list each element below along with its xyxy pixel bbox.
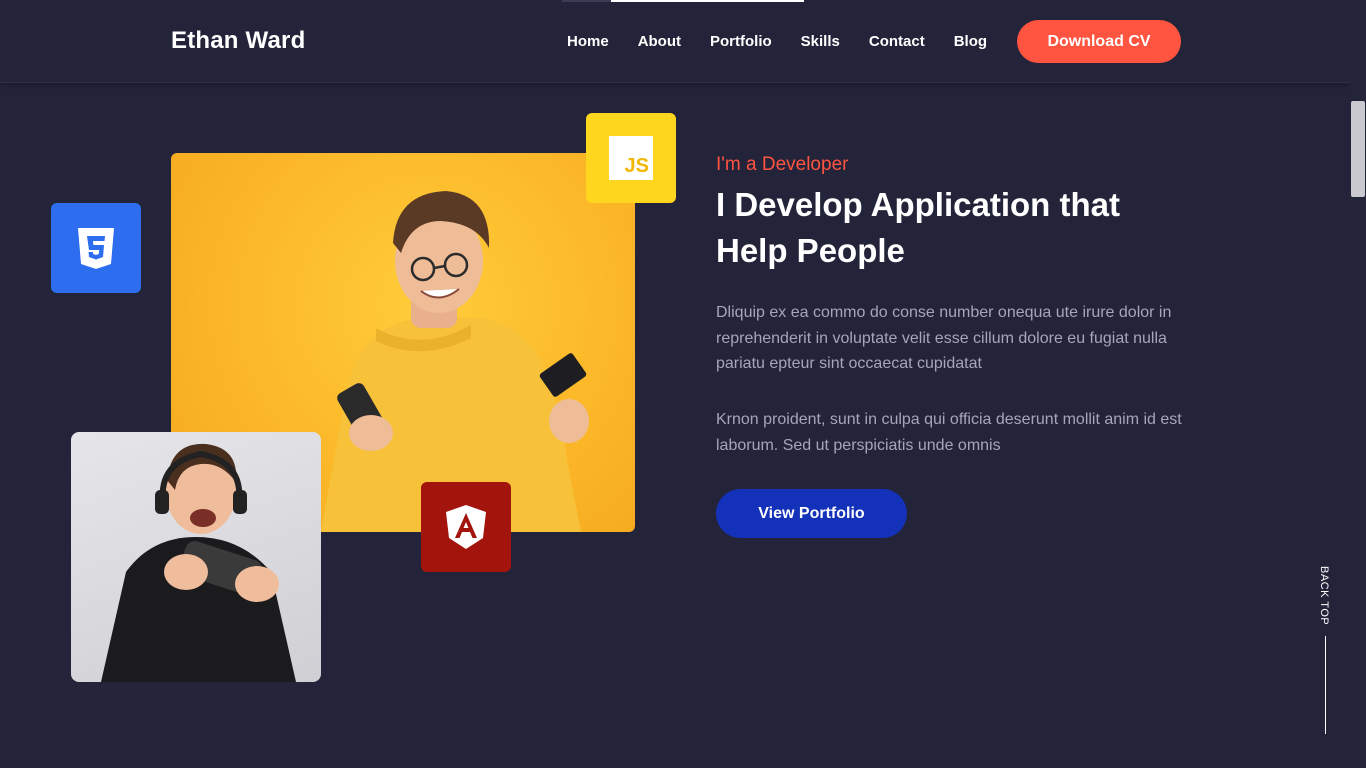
scrollbar[interactable]	[1350, 0, 1366, 768]
css3-icon	[78, 228, 114, 269]
site-header: Ethan Ward Home About Portfolio Skills C…	[0, 0, 1350, 83]
hero-headline: I Develop Application that Help People	[716, 186, 1120, 269]
javascript-badge: JS	[586, 113, 676, 203]
js-label: JS	[624, 155, 649, 177]
nav-home[interactable]: Home	[567, 33, 609, 50]
hero-paragraph-1: Dliquip ex ea commo do conse number oneq…	[716, 304, 1172, 372]
gamer-photo	[71, 432, 321, 682]
nav-contact[interactable]: Contact	[869, 33, 925, 50]
scrollbar-thumb[interactable]	[1351, 101, 1365, 197]
hero-eyebrow: I'm a Developer	[716, 154, 849, 175]
nav-blog[interactable]: Blog	[954, 33, 987, 50]
back-top-line	[1325, 636, 1326, 734]
download-cv-button[interactable]: Download CV	[1017, 20, 1181, 63]
angular-icon	[446, 505, 486, 549]
main-nav: Home About Portfolio Skills Contact Blog	[567, 33, 1016, 50]
brand-logo[interactable]: Ethan Ward	[171, 27, 305, 55]
top-progress-bar	[611, 0, 804, 2]
back-top-link[interactable]: BACK TOP	[1318, 566, 1330, 625]
hero-paragraph-2: Krnon proident, sunt in culpa qui offici…	[716, 411, 1182, 454]
javascript-icon: JS	[609, 136, 653, 180]
view-portfolio-button[interactable]: View Portfolio	[716, 489, 907, 538]
nav-about[interactable]: About	[638, 33, 681, 50]
angular-badge	[421, 482, 511, 572]
top-progress-track	[562, 0, 611, 2]
css3-badge	[51, 203, 141, 293]
nav-portfolio[interactable]: Portfolio	[710, 33, 772, 50]
nav-skills[interactable]: Skills	[801, 33, 840, 50]
